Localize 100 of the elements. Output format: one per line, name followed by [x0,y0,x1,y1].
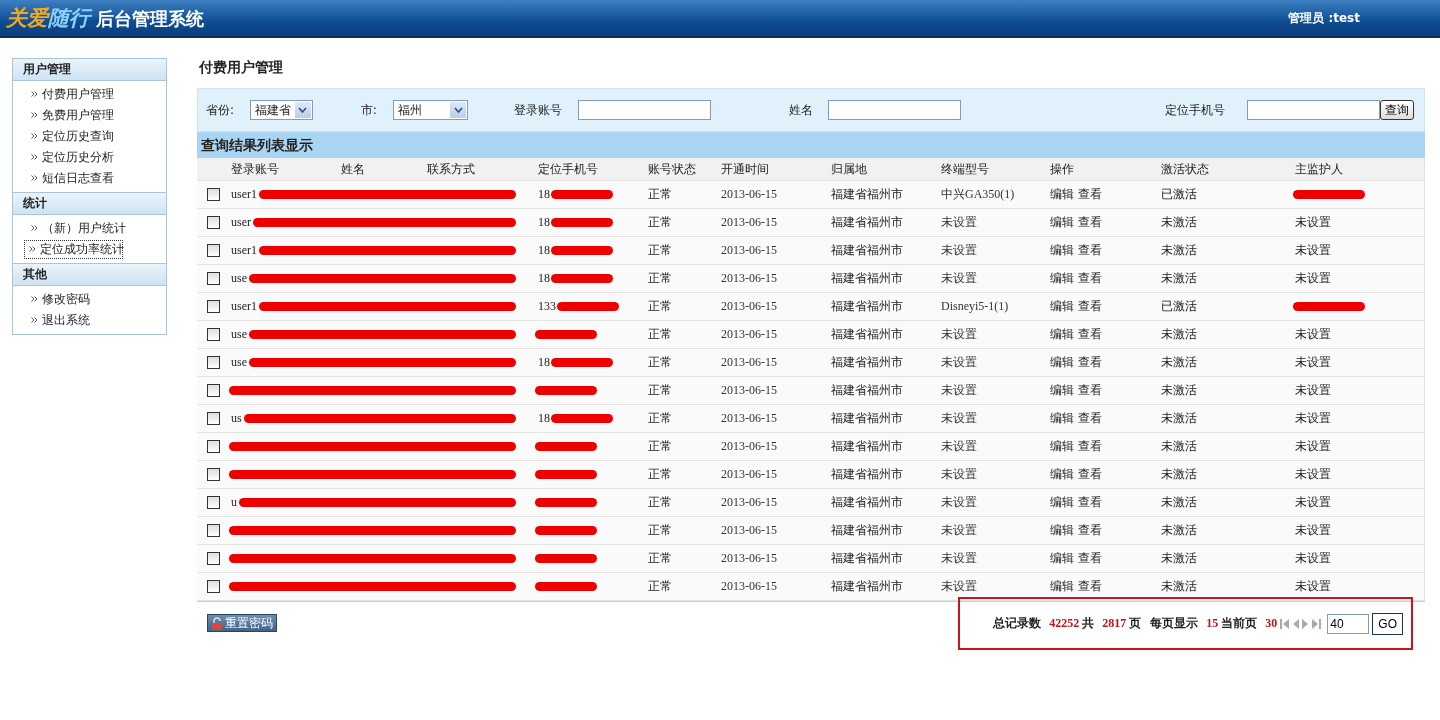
view-link[interactable]: 查看 [1078,522,1102,539]
province-dropdown[interactable]: 福建省 [250,100,313,120]
menu-item[interactable]: 定位历史分析 [13,147,166,168]
query-button[interactable]: 查询 [1380,100,1414,120]
menu-item[interactable]: 修改密码 [13,289,166,310]
checkbox[interactable] [206,328,220,341]
table-cell-text: 未激活 [1160,550,1198,567]
input-field[interactable] [577,100,711,120]
table-cell-text: 未设置 [940,410,978,427]
redaction-mark [535,330,597,339]
menu-item[interactable]: 短信日志查看 [13,168,166,189]
input-field[interactable] [1247,100,1380,120]
checkbox[interactable] [206,580,220,593]
field-label: 登录账号 [514,101,564,119]
edit-link[interactable]: 编辑 [1050,186,1074,203]
table-cell-text: 福建省福州市 [830,214,904,231]
checkbox[interactable] [206,244,220,257]
redaction-mark [535,582,597,591]
table-cell-text: 正常 [647,550,673,567]
view-link[interactable]: 查看 [1078,578,1102,595]
edit-link[interactable]: 编辑 [1050,410,1074,427]
checkbox[interactable] [206,468,220,481]
double-chevron-icon [31,317,38,323]
edit-link[interactable]: 编辑 [1050,298,1074,315]
table-cell-text: 福建省福州市 [830,242,904,259]
checkbox[interactable] [206,216,220,229]
logo-text: 关爱 [6,5,48,32]
checkbox[interactable] [206,440,220,453]
view-link[interactable]: 查看 [1078,410,1102,427]
pagination-label: 每页显示 [1150,615,1199,632]
view-link[interactable]: 查看 [1078,550,1102,567]
table-cell-text: 未设置 [940,354,978,371]
page-input[interactable]: 40 [1327,613,1370,634]
view-link[interactable]: 查看 [1078,326,1102,343]
checkbox[interactable] [206,272,220,285]
menu-item[interactable]: 定位成功率统计 [23,239,124,260]
table-cell-text: 未激活 [1160,354,1198,371]
redaction-mark [535,470,597,479]
edit-link[interactable]: 编辑 [1050,326,1074,343]
edit-link[interactable]: 编辑 [1050,438,1074,455]
checkbox[interactable] [206,524,220,537]
table-cell-text: 未设置 [940,522,978,539]
checkbox[interactable] [206,412,220,425]
table-cell-text: 18 [537,355,550,370]
checkbox[interactable] [206,300,220,313]
input-field[interactable] [828,100,961,120]
table-cell-text: 未设置 [940,550,978,567]
checkbox[interactable] [206,356,220,369]
field-label: 姓名 [788,101,814,119]
menu-item[interactable]: 免费用户管理 [13,105,166,126]
view-link[interactable]: 查看 [1078,186,1102,203]
edit-link[interactable]: 编辑 [1050,494,1074,511]
table-cell-text: 已激活 [1160,186,1198,203]
checkbox[interactable] [206,496,220,509]
table-cell-text: 2013-06-15 [720,299,778,314]
table-cell-text: user1 [230,187,257,202]
edit-link[interactable]: 编辑 [1050,270,1074,287]
checkbox[interactable] [206,384,220,397]
menu-item[interactable]: 付费用户管理 [13,84,166,105]
edit-link[interactable]: 编辑 [1050,578,1074,595]
view-link[interactable]: 查看 [1078,438,1102,455]
go-button[interactable]: GO [1372,612,1403,635]
view-link[interactable]: 查看 [1078,354,1102,371]
checkbox[interactable] [206,188,220,201]
column-header: 姓名 [340,160,366,178]
field-label: 定位手机号 [1165,101,1226,119]
column-header: 归属地 [830,160,868,178]
view-link[interactable]: 查看 [1078,298,1102,315]
lock-icon [211,616,223,630]
checkbox[interactable] [206,552,220,565]
table-cell-text: 未设置 [1294,214,1331,231]
view-link[interactable]: 查看 [1078,494,1102,511]
view-link[interactable]: 查看 [1078,466,1102,483]
menu-item[interactable]: 定位历史查询 [13,126,166,147]
table-cell-text: 正常 [647,186,673,203]
edit-link[interactable]: 编辑 [1050,382,1074,399]
view-link[interactable]: 查看 [1078,214,1102,231]
table-cell-text: 未激活 [1160,438,1198,455]
reset-password-button[interactable]: 重置密码 [207,614,277,632]
view-link[interactable]: 查看 [1078,382,1102,399]
table-cell-text: u [230,495,237,510]
view-link[interactable]: 查看 [1078,270,1102,287]
table-cell-text: 正常 [647,354,673,371]
table-cell-text: user1 [230,299,257,314]
edit-link[interactable]: 编辑 [1050,522,1074,539]
table-cell-text: use [230,327,247,342]
table-cell-text: 未设置 [940,494,978,511]
redaction-mark [535,526,597,535]
view-link[interactable]: 查看 [1078,242,1102,259]
menu-item[interactable]: 退出系统 [13,310,166,331]
menu-item[interactable]: （新）用户统计 [13,218,166,239]
edit-link[interactable]: 编辑 [1050,242,1074,259]
table-cell-text: 福建省福州市 [830,494,904,511]
total-count: 42252 [1049,616,1080,631]
edit-link[interactable]: 编辑 [1050,354,1074,371]
edit-link[interactable]: 编辑 [1050,214,1074,231]
table-cell-text: 2013-06-15 [720,187,778,202]
edit-link[interactable]: 编辑 [1050,466,1074,483]
edit-link[interactable]: 编辑 [1050,550,1074,567]
city-dropdown[interactable]: 福州 [393,100,469,120]
